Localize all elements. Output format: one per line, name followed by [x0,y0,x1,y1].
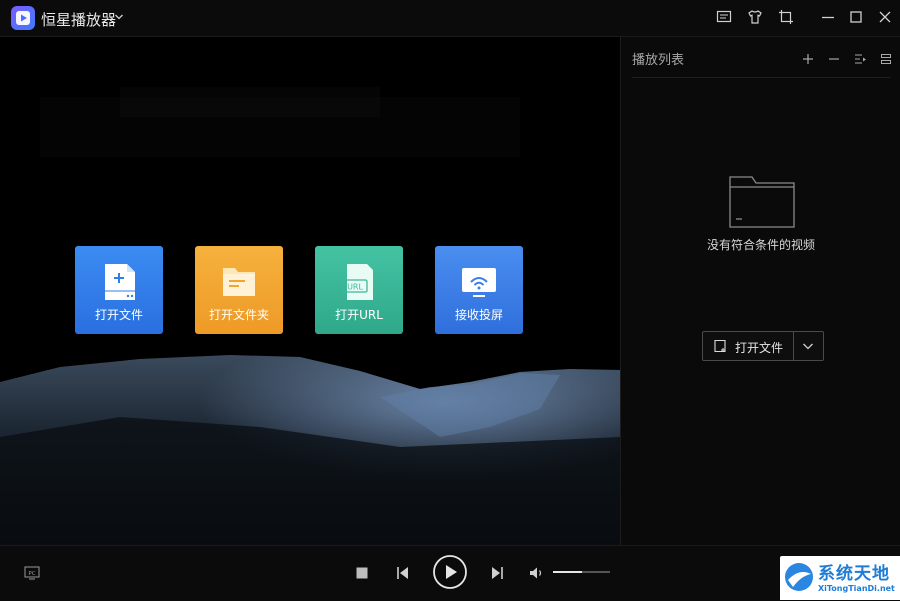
volume-icon[interactable] [528,565,544,581]
screen-cast-label: 接收投屏 [454,308,503,322]
open-file-label: 打开文件 [94,308,143,322]
next-icon[interactable] [489,565,505,581]
title-bar: 恒星播放器 [0,0,900,37]
open-folder-tile[interactable]: 打开文件夹 [195,246,283,334]
open-url-tile[interactable]: URL 打开URL [315,246,403,334]
add-icon[interactable] [801,51,815,65]
open-folder-icon [223,268,255,296]
watermark-title: 系统天地 [818,564,890,584]
chevron-down-icon[interactable] [114,12,124,22]
control-bar: PC [0,545,900,601]
screen-cast-tile[interactable]: 接收投屏 [435,246,523,334]
app-title[interactable]: 恒星播放器 [41,9,116,30]
playlist-title: 播放列表 [632,53,685,68]
volume-slider[interactable] [553,571,610,573]
open-file-tile[interactable]: 打开文件 [75,246,163,334]
play-icon[interactable] [432,554,468,590]
open-file-small-icon [714,339,726,353]
pc-icon-text: PC [28,571,35,577]
watermark-subtitle: XiTongTianDi.net [818,584,895,593]
empty-folder-icon [729,176,795,228]
close-icon[interactable] [876,8,894,26]
list-menu-icon[interactable] [879,51,893,65]
empty-playlist-text: 没有符合条件的视频 [706,238,815,252]
open-folder-label: 打开文件夹 [208,308,269,322]
pc-icon[interactable]: PC [24,566,40,580]
volume-slider-fill [553,571,582,573]
open-url-label: 打开URL [335,308,383,322]
previous-icon[interactable] [395,565,411,581]
playlist-divider [632,77,890,78]
screen-cast-icon [462,268,496,297]
minimize-icon[interactable] [819,8,837,26]
mini-mode-icon[interactable] [777,8,795,26]
maximize-icon[interactable] [847,8,865,26]
playlist-panel: 播放列表 没有符合条件的视频 打开文件 [620,37,900,545]
skin-icon[interactable] [746,8,764,26]
feedback-icon[interactable] [715,8,733,26]
open-file-button-label: 打开文件 [735,341,784,355]
video-area[interactable]: 打开文件 打开文件夹 URL 打开URL 接收投屏 [0,37,620,545]
button-separator [793,332,794,360]
open-file-button[interactable]: 打开文件 [702,331,824,361]
watermark: 系统天地 XiTongTianDi.net [780,556,900,600]
open-file-icon [105,264,135,300]
play-logo-icon [11,6,35,30]
open-url-icon: URL [342,264,373,300]
watermark-logo-icon [785,563,813,591]
stop-icon[interactable] [355,566,369,580]
url-badge-text: URL [347,283,363,292]
chevron-down-icon[interactable] [802,341,814,351]
play-mode-icon[interactable] [853,51,867,65]
remove-icon[interactable] [827,51,841,65]
